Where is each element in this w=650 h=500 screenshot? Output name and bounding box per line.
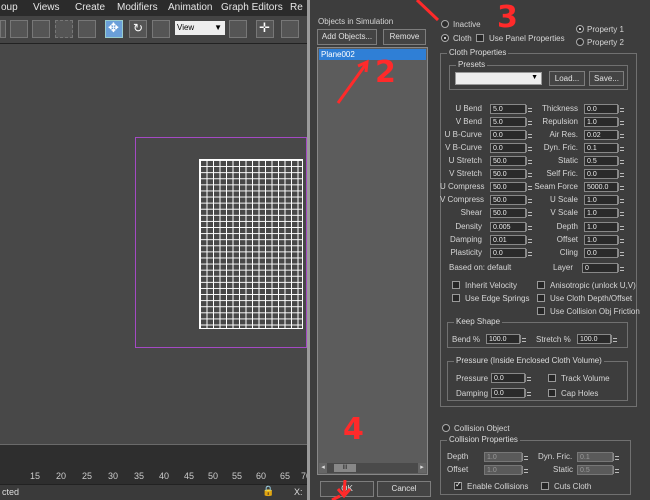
annotation-overlay — [331, 0, 440, 500]
annotation-arrow-2 — [336, 63, 368, 104]
annotation-4: 4 — [343, 412, 364, 447]
annotation-2: 2 — [375, 55, 396, 90]
annotation-arrow-3 — [415, 0, 440, 22]
annotation-3: 3 — [497, 0, 518, 35]
annotation-arrow-5 — [331, 494, 341, 500]
annotation-arrow-4 — [336, 479, 352, 499]
